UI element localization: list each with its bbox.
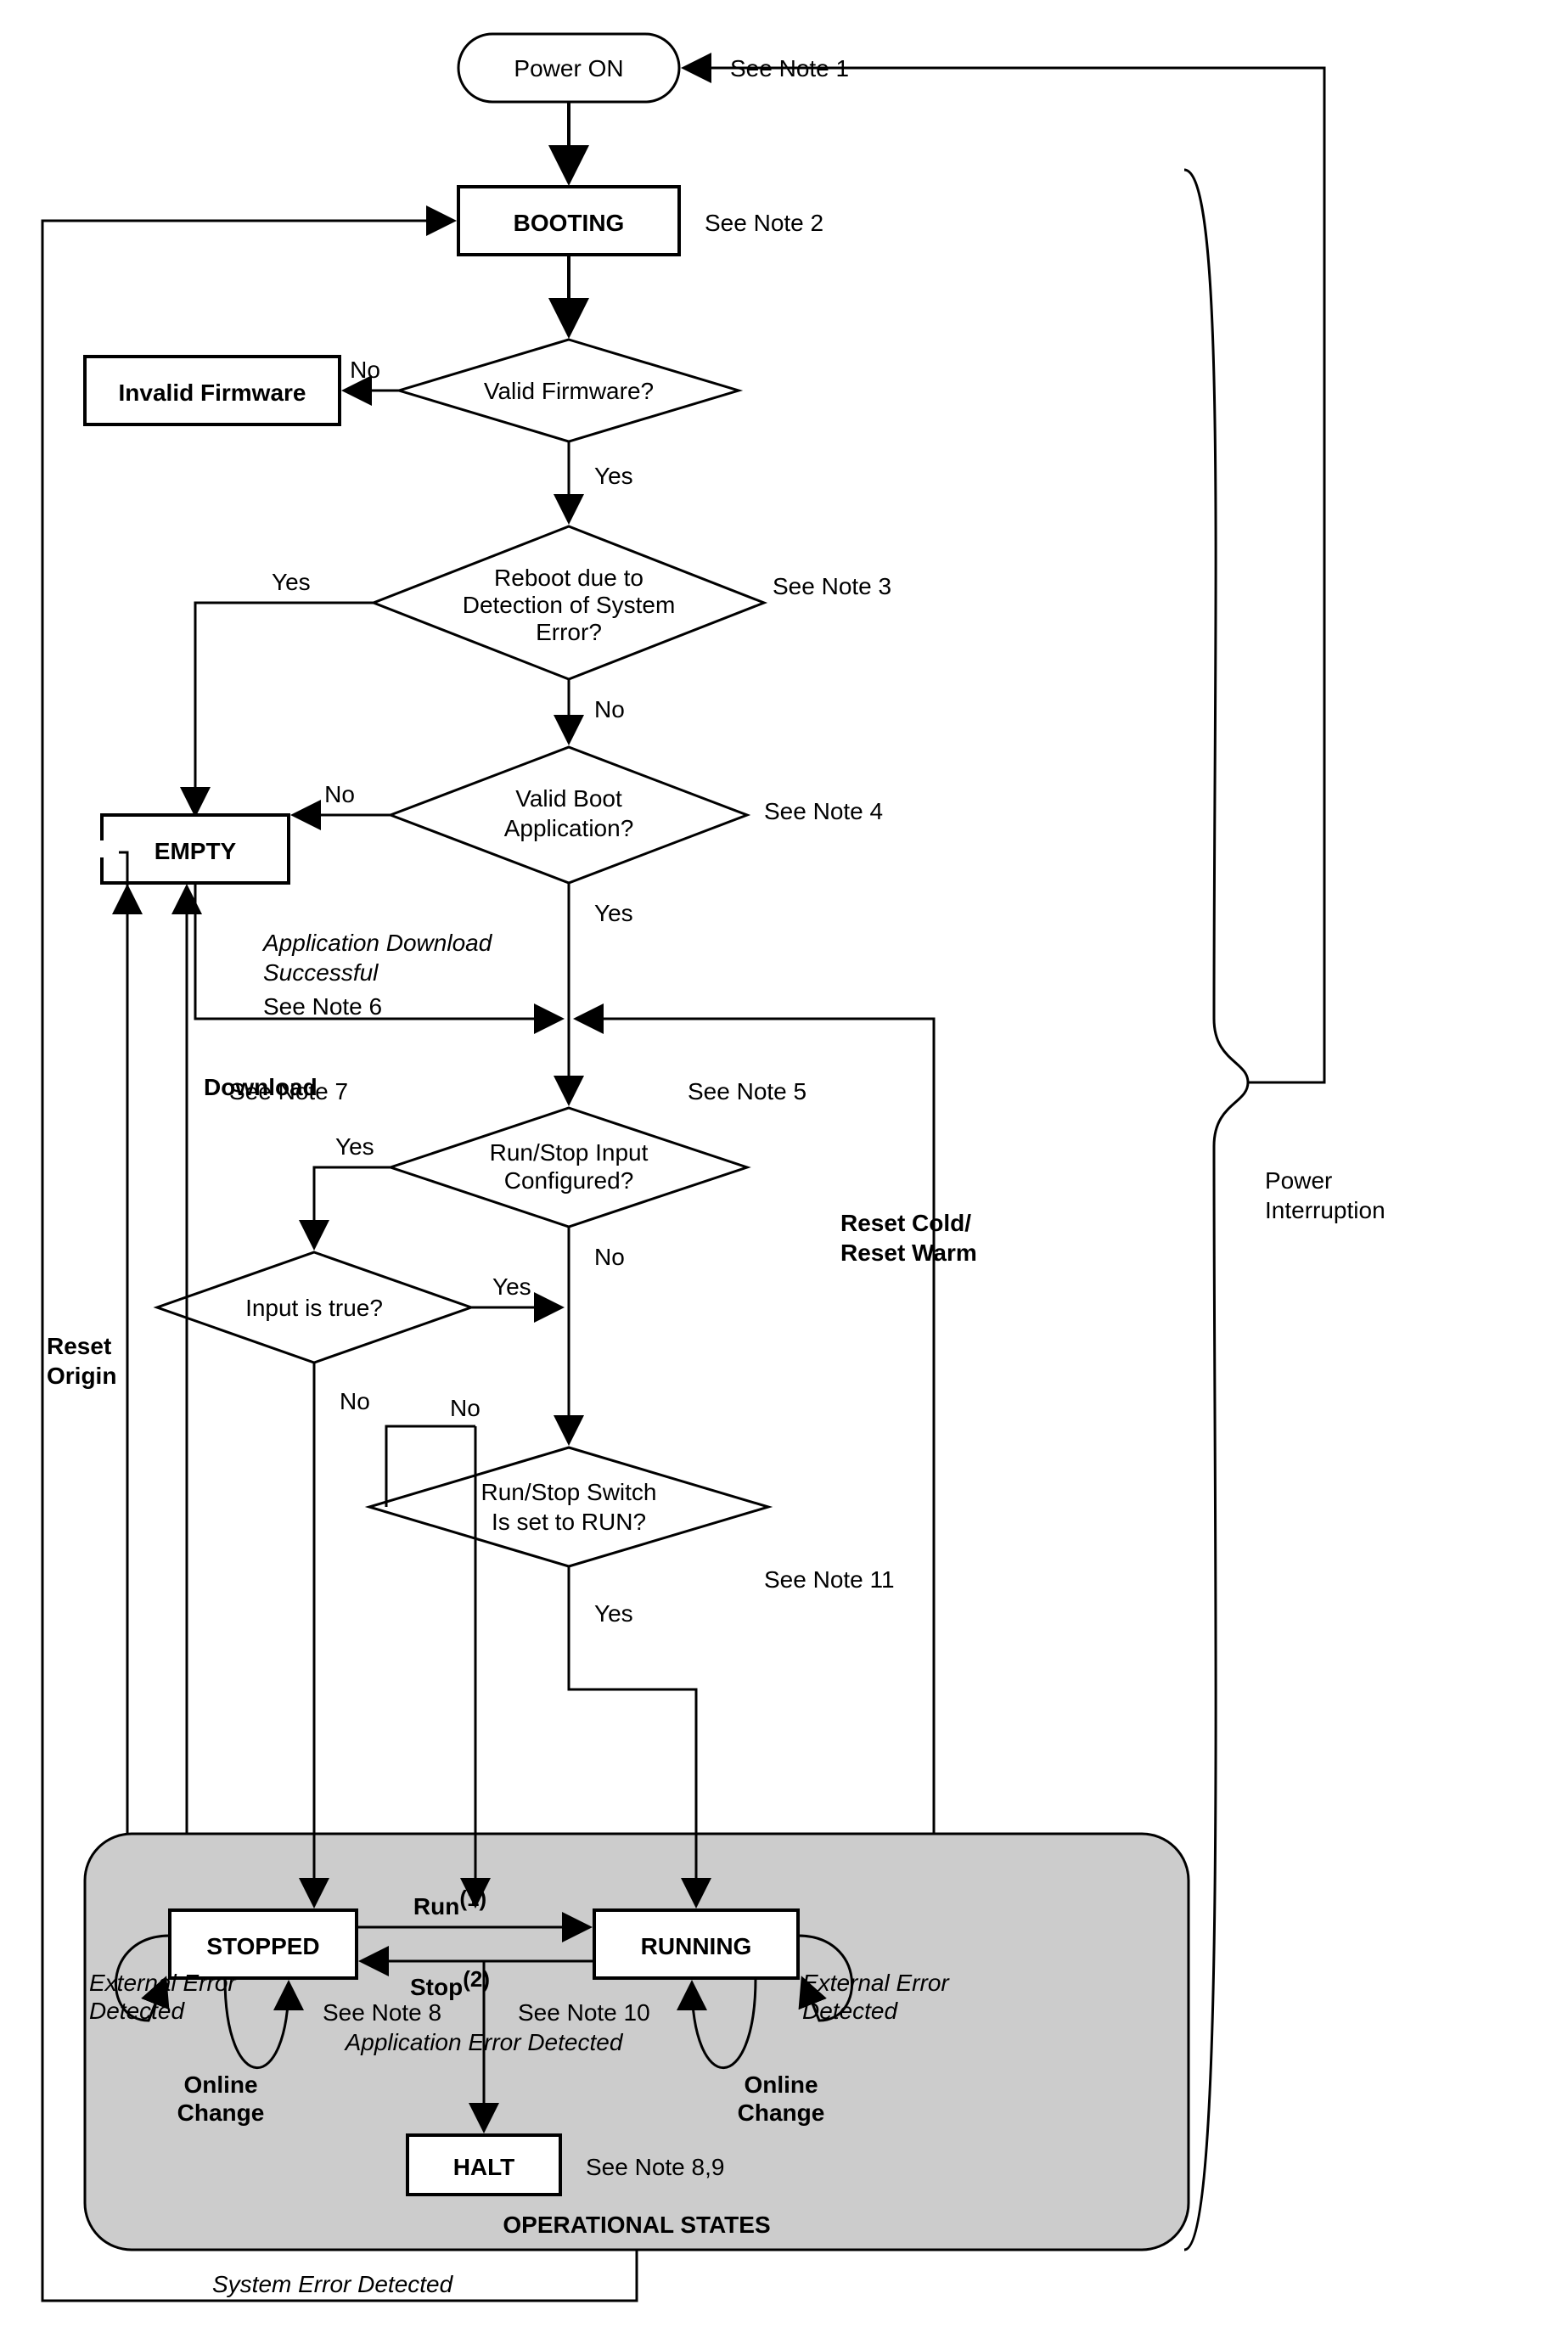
edge-yes-fw: Yes (594, 463, 633, 489)
booting-label: BOOTING (514, 210, 625, 236)
reset-cold-l1: Reset Cold/ (840, 1210, 971, 1236)
reboot-sys-error-l2: Detection of System (463, 592, 676, 618)
invalid-firmware-label: Invalid Firmware (119, 379, 306, 406)
edge-no-runstopcfg: No (594, 1244, 625, 1270)
operational-states-label: OPERATIONAL STATES (503, 2212, 770, 2238)
edge-yes-runstopcfg: Yes (335, 1133, 374, 1160)
edge-yes-syserr: Yes (272, 569, 311, 595)
note-8: See Note 8 (323, 1999, 441, 2026)
empty-label: EMPTY (155, 838, 237, 864)
online-change-left-l2: Change (177, 2099, 265, 2126)
edge-yes-inputtrue: Yes (492, 1273, 531, 1300)
input-true-label: Input is true? (245, 1295, 383, 1321)
edge-yes-switch: Yes (594, 1600, 633, 1627)
download-label: Download (204, 1074, 318, 1100)
edge-no-switch: No (450, 1395, 481, 1421)
flowchart-diagram: OPERATIONAL STATES Power ON See Note 1 B… (0, 0, 1568, 2344)
note-4: See Note 4 (764, 798, 883, 824)
edge-no-inputtrue: No (340, 1388, 370, 1414)
online-change-right-l2: Change (738, 2099, 825, 2126)
reboot-sys-error-l1: Reboot due to (494, 565, 643, 591)
note-11: See Note 11 (764, 1566, 895, 1593)
online-change-right-l1: Online (744, 2071, 818, 2098)
reset-origin-l1: Reset (47, 1333, 111, 1359)
power-int-l1: Power (1265, 1167, 1332, 1194)
brace-right (1184, 170, 1248, 2250)
runstop-switch-l2: Is set to RUN? (492, 1509, 646, 1535)
power-int-l2: Interruption (1265, 1197, 1385, 1223)
valid-firmware-label: Valid Firmware? (484, 378, 654, 404)
ext-err-right-l1: External Error (802, 1970, 950, 1996)
sys-err-label: System Error Detected (212, 2271, 454, 2297)
note-5: See Note 5 (688, 1078, 806, 1105)
runstop-switch-l1: Run/Stop Switch (481, 1479, 657, 1505)
edge-no-invalid-fw: No (350, 357, 380, 383)
note-6: See Note 6 (263, 993, 382, 1020)
runstop-cfg-l1: Run/Stop Input (490, 1139, 649, 1166)
ext-err-right-l2: Detected (802, 1998, 898, 2024)
edge-yes-bootapp: Yes (594, 900, 633, 926)
halt-label: HALT (453, 2154, 515, 2180)
valid-boot-app-l1: Valid Boot (515, 785, 622, 812)
runstop-cfg-l2: Configured? (504, 1167, 634, 1194)
app-download-l1: Application Download (261, 930, 493, 956)
power-on-label: Power ON (514, 55, 623, 82)
note-2: See Note 2 (705, 210, 823, 236)
running-label: RUNNING (641, 1933, 752, 1959)
note-89: See Note 8,9 (586, 2154, 724, 2180)
ext-err-left-l1: External Error (89, 1970, 237, 1996)
stopped-label: STOPPED (206, 1933, 319, 1959)
edge-no-syserr: No (594, 696, 625, 722)
note-10: See Note 10 (518, 1999, 650, 2026)
edge-no-bootapp: No (324, 781, 355, 807)
runstop-switch-decision (369, 1447, 768, 1566)
reboot-sys-error-l3: Error? (536, 619, 602, 645)
app-download-l2: Successful (263, 959, 379, 986)
operational-states-box (85, 1834, 1189, 2250)
note-3: See Note 3 (773, 573, 891, 599)
valid-boot-app-l2: Application? (504, 815, 634, 841)
reset-origin-l2: Origin (47, 1363, 116, 1389)
ext-err-left-l2: Detected (89, 1998, 185, 2024)
reset-cold-l2: Reset Warm (840, 1239, 977, 1266)
online-change-left-l1: Online (183, 2071, 257, 2098)
